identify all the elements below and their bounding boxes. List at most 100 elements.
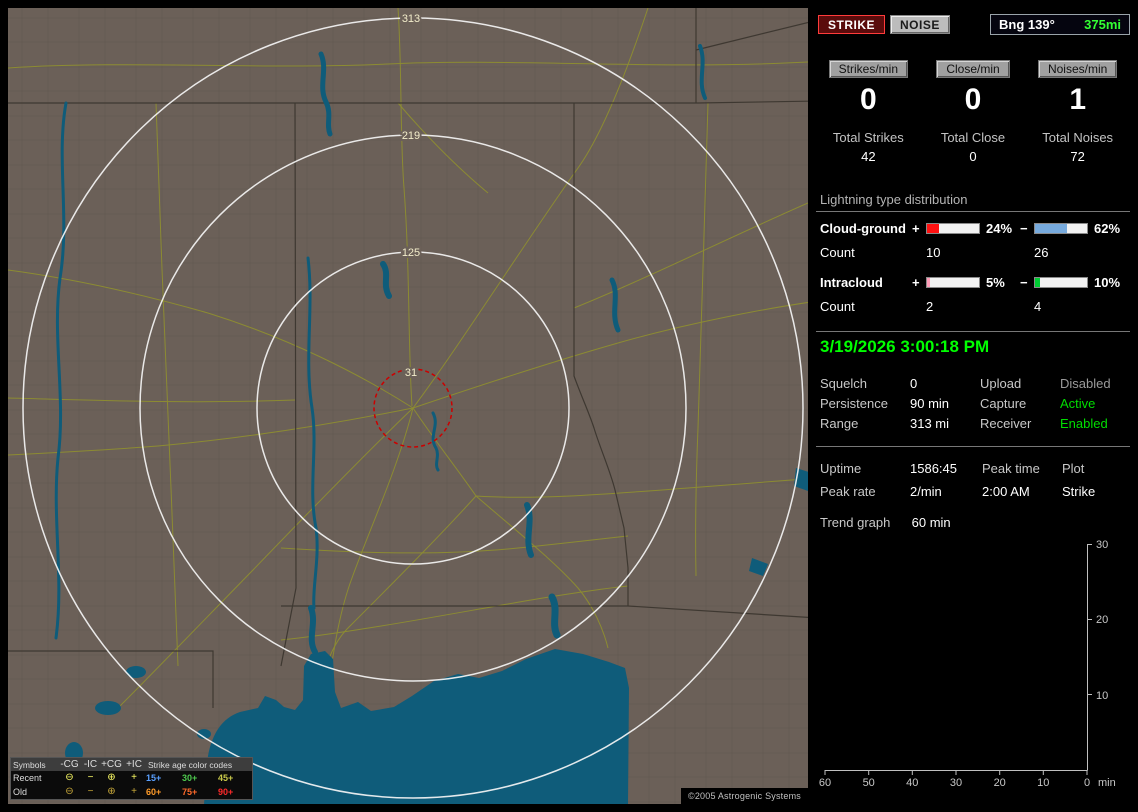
legend-old-label: Old: [13, 787, 28, 797]
legend-col-neg-ic: -IC: [83, 758, 98, 770]
total-noises-value: 72: [1070, 149, 1085, 164]
trend-graph-header: Trend graph 60 min: [820, 515, 951, 530]
legend-recent-label: Recent: [13, 773, 42, 783]
total-strikes-value: 42: [861, 149, 876, 164]
distribution-title: Lightning type distribution: [816, 192, 1130, 212]
pos-ic-recent-icon: +: [131, 772, 137, 783]
strike-legend: Symbols -CG -IC +CG +IC Strike age color…: [10, 757, 253, 800]
trend-y-labels: 30 20 10: [1096, 539, 1108, 702]
app-window: 313 219 125 31 Symbols -CG -IC +CG +IC S…: [0, 0, 1138, 812]
age-code-45: 45+: [218, 773, 234, 783]
range-ring-label: 219: [402, 130, 420, 142]
y-tick-label: 30: [1096, 539, 1108, 551]
plus-sign: +: [912, 221, 920, 236]
legend-header-row: Symbols -CG -IC +CG +IC Strike age color…: [11, 758, 252, 771]
total-strikes-label: Total Strikes: [832, 130, 904, 145]
strike-mode-button[interactable]: STRIKE: [818, 15, 886, 34]
intracloud-negative-bar: [1034, 277, 1088, 288]
noise-mode-button[interactable]: NOISE: [890, 15, 950, 34]
trend-graph-label: Trend graph: [820, 515, 891, 530]
cloud-ground-positive-pct: 24%: [986, 221, 1013, 236]
rate-counters: Strikes/min 0 Total Strikes 42 Close/min…: [816, 60, 1130, 164]
receiver-status: Enabled: [1060, 416, 1108, 431]
x-tick-label: 30: [950, 777, 962, 789]
age-code-30: 30+: [182, 773, 198, 783]
clock-readout: 3/19/2026 3:00:18 PM: [820, 337, 990, 356]
cloud-ground-positive-count: 10: [926, 245, 941, 260]
x-tick-label: 20: [994, 777, 1006, 789]
cloud-ground-count-row: Count 10 26: [816, 245, 1130, 260]
y-tick-label: 10: [1096, 690, 1108, 702]
bearing-range: 375mi: [1084, 17, 1121, 32]
cloud-ground-row: Cloud-ground + 24% − 62%: [816, 221, 1130, 236]
peak-time-value: 2:00 AM: [982, 484, 1030, 499]
total-close-label: Total Close: [940, 130, 1006, 145]
lightning-map[interactable]: 313 219 125 31 Symbols -CG -IC +CG +IC S…: [8, 8, 808, 804]
intracloud-negative-count: 4: [1034, 299, 1042, 314]
x-axis-unit: min: [1098, 777, 1116, 789]
age-code-60: 60+: [146, 787, 162, 797]
trend-x-labels: 60 50 40 30 20 10 0 min: [819, 777, 1116, 789]
bar-fill: [927, 224, 940, 233]
strikes-per-min-chip[interactable]: Strikes/min: [828, 60, 908, 78]
close-per-min-value: 0: [964, 83, 982, 116]
lightning-type-distribution: Lightning type distribution Cloud-ground…: [816, 192, 1130, 314]
minus-sign: −: [1020, 275, 1028, 290]
receiver-settings: Squelch 0 Upload Disabled Persistence 90…: [820, 374, 1130, 434]
map-canvas: 313 219 125 31: [8, 8, 808, 804]
range-label: Range: [820, 416, 859, 431]
cloud-ground-label: Cloud-ground: [820, 221, 906, 236]
range-ring-label: 313: [402, 13, 420, 25]
uptime-value: 1586:45: [910, 461, 957, 476]
squelch-label: Squelch: [820, 376, 867, 391]
bar-fill: [1035, 278, 1041, 287]
cloud-ground-negative-pct: 62%: [1094, 221, 1121, 236]
cloud-ground-negative-count: 26: [1034, 245, 1049, 260]
plus-sign: +: [912, 275, 920, 290]
legend-col-pos-ic: +IC: [126, 758, 142, 770]
intracloud-positive-pct: 5%: [986, 275, 1005, 290]
pos-ic-old-icon: +: [131, 786, 137, 797]
noises-per-min-value: 1: [1069, 83, 1086, 116]
bar-fill: [927, 278, 930, 287]
age-code-15: 15+: [146, 773, 162, 783]
session-stats: Uptime 1586:45 Peak time Plot Peak rate …: [820, 457, 1130, 503]
noises-counter: Noises/min 1 Total Noises 72: [1025, 60, 1130, 164]
age-code-75: 75+: [182, 787, 198, 797]
x-tick-label: 10: [1037, 777, 1049, 789]
intracloud-positive-count: 2: [926, 299, 934, 314]
receiver-label: Receiver: [980, 416, 1032, 431]
trend-window-value: 60 min: [911, 515, 951, 530]
noises-per-min-chip[interactable]: Noises/min: [1037, 60, 1118, 78]
x-tick-label: 60: [819, 777, 831, 789]
copyright-notice: ©2005 Astrogenic Systems: [681, 788, 808, 804]
upload-status: Disabled: [1060, 376, 1111, 391]
intracloud-row: Intracloud + 5% − 10%: [816, 275, 1130, 290]
x-tick-label: 50: [863, 777, 875, 789]
persistence-label: Persistence: [820, 396, 888, 411]
bearing-value: Bng 139°: [999, 17, 1055, 32]
plot-value: Strike: [1062, 484, 1096, 499]
legend-recent-row: Recent ⊖ − ⊕ + 15+ 30+ 45+: [11, 771, 252, 785]
minus-sign: −: [1020, 221, 1028, 236]
peak-rate-label: Peak rate: [820, 484, 876, 499]
total-close-value: 0: [969, 149, 977, 164]
legend-age-header: Strike age color codes: [148, 759, 233, 770]
range-ring-label: 31: [405, 367, 417, 379]
neg-ic-old-icon: −: [87, 786, 94, 797]
x-tick-label: 0: [1084, 777, 1090, 789]
legend-old-row: Old ⊖ − ⊕ + 60+ 75+ 90+: [11, 785, 252, 799]
peak-time-label: Peak time: [982, 461, 1040, 476]
intracloud-count-row: Count 2 4: [816, 299, 1130, 314]
count-label: Count: [820, 299, 855, 314]
bearing-readout: Bng 139° 375mi: [990, 14, 1130, 35]
x-tick-label: 40: [906, 777, 918, 789]
y-tick-label: 20: [1096, 614, 1108, 626]
age-code-90: 90+: [218, 787, 234, 797]
close-per-min-chip[interactable]: Close/min: [936, 60, 1010, 78]
close-counter: Close/min 0 Total Close 0: [921, 60, 1026, 164]
cloud-ground-positive-bar: [926, 223, 980, 234]
plot-label: Plot: [1062, 461, 1085, 476]
divider: [816, 446, 1130, 447]
squelch-value: 0: [910, 376, 918, 391]
